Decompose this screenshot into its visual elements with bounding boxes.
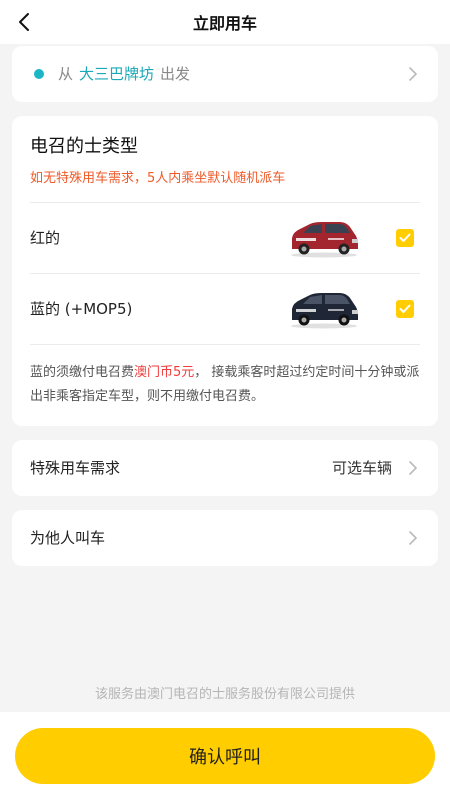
chevron-left-icon bbox=[19, 13, 29, 31]
origin-place: 大三巴牌坊 bbox=[79, 65, 155, 83]
fee-amount: 澳门币5元 bbox=[134, 365, 195, 380]
bottom-bar: 确认呼叫 bbox=[0, 712, 450, 800]
fee-note: 蓝的须缴付电召费澳门币5元， 接载乘客时超过约定时间十分钟或派出非乘客指定车型，… bbox=[30, 361, 420, 409]
taxi-blue-checkbox[interactable] bbox=[396, 300, 414, 318]
origin-selector[interactable]: 从大三巴牌坊 出发 bbox=[12, 46, 438, 102]
special-request-value: 可选车辆 bbox=[331, 459, 392, 477]
location-dot-icon bbox=[34, 69, 44, 79]
origin-text: 从大三巴牌坊 出发 bbox=[58, 62, 190, 86]
divider bbox=[30, 344, 420, 345]
blue-taxi-icon bbox=[291, 293, 358, 329]
taxi-option-label: 蓝的 (+MOP5) bbox=[30, 300, 133, 318]
taxi-red-checkbox[interactable] bbox=[396, 229, 414, 247]
origin-suffix: 出发 bbox=[160, 65, 191, 83]
special-request-row[interactable]: 特殊用车需求 可选车辆 bbox=[12, 440, 438, 496]
origin-prefix: 从 bbox=[58, 65, 74, 83]
taxi-type-title: 电召的士类型 bbox=[30, 136, 138, 157]
confirm-call-button[interactable]: 确认呼叫 bbox=[15, 728, 435, 784]
check-icon bbox=[399, 304, 411, 313]
provider-text: 该服务由澳门电召的士服务股份有限公司提供 bbox=[94, 687, 355, 702]
chevron-right-icon bbox=[408, 461, 418, 475]
check-icon bbox=[399, 233, 411, 242]
special-request-label: 特殊用车需求 bbox=[30, 459, 121, 477]
call-for-others-label: 为他人叫车 bbox=[30, 529, 106, 547]
taxi-option-blue[interactable]: 蓝的 (+MOP5) bbox=[12, 274, 438, 344]
fee-note-prefix: 蓝的须缴付电召费 bbox=[30, 365, 135, 380]
chevron-right-icon bbox=[408, 531, 418, 545]
taxi-option-red[interactable]: 红的 bbox=[12, 203, 438, 273]
red-taxi-icon bbox=[291, 222, 358, 258]
chevron-right-icon bbox=[408, 67, 418, 81]
back-button[interactable] bbox=[10, 8, 38, 36]
taxi-type-notice: 如无特殊用车需求，5人内乘坐默认随机派车 bbox=[30, 171, 286, 186]
header-bar: 立即用车 bbox=[0, 0, 450, 44]
taxi-option-label: 红的 bbox=[30, 229, 61, 247]
call-for-others-row[interactable]: 为他人叫车 bbox=[12, 510, 438, 566]
taxi-type-card: 电召的士类型 如无特殊用车需求，5人内乘坐默认随机派车 红的 蓝的 (+MOP5… bbox=[12, 116, 438, 426]
page: 立即用车 从大三巴牌坊 出发 电召的士类型 如无特殊用车需求，5人内乘坐默认随机派… bbox=[0, 0, 450, 800]
page-title: 立即用车 bbox=[192, 14, 257, 33]
